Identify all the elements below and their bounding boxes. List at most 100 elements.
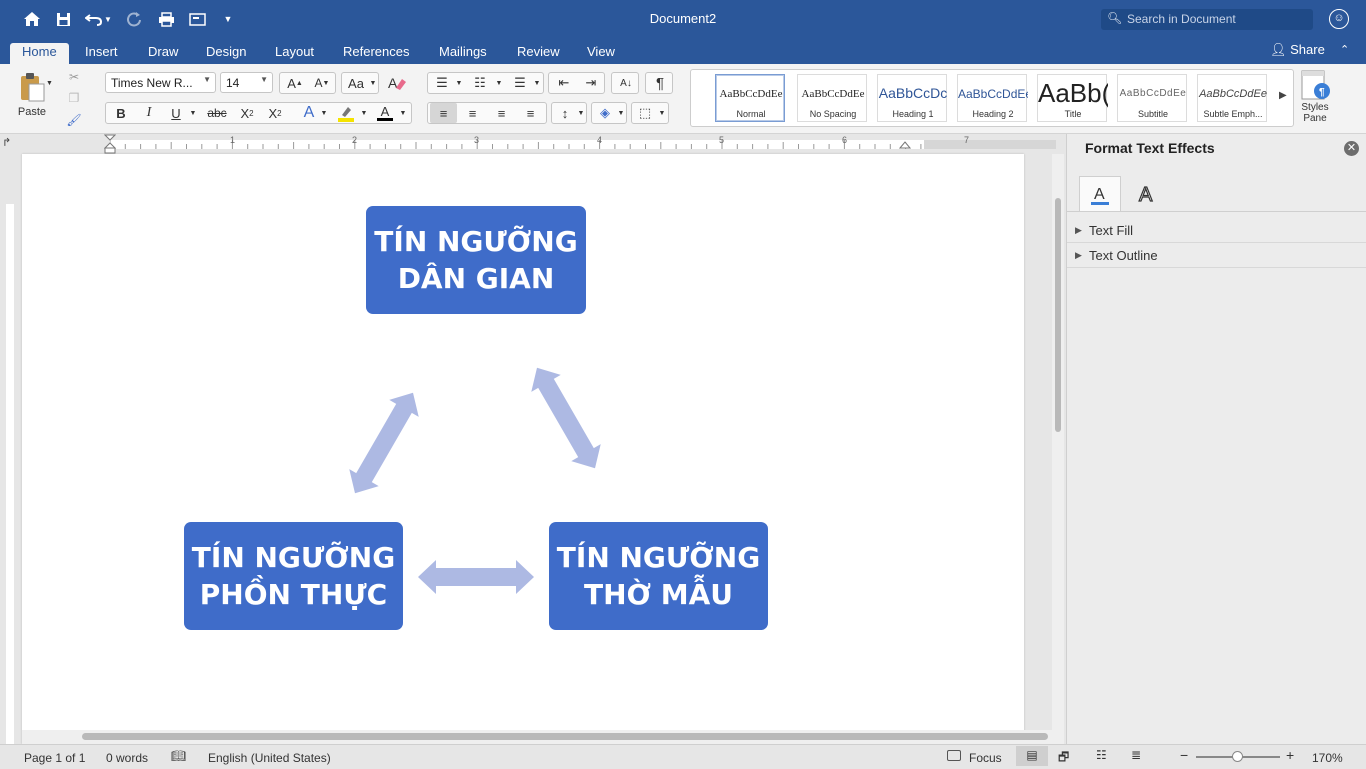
tab-design[interactable]: Design xyxy=(194,43,258,64)
copy-icon[interactable]: ❐ xyxy=(66,89,82,107)
document-page[interactable]: TÍN NGƯỠNG DÂN GIAN TÍN NGƯỠNG PHỒN THỰC… xyxy=(22,154,1024,744)
left-indent-marker[interactable] xyxy=(104,134,116,154)
horizontal-scrollbar[interactable] xyxy=(22,730,1052,744)
zoom-in-icon[interactable]: + xyxy=(1286,747,1294,763)
style-subtitle[interactable]: AaBbCcDdEe Subtitle xyxy=(1117,74,1187,122)
right-indent-marker[interactable] xyxy=(899,134,911,154)
tab-layout[interactable]: Layout xyxy=(263,43,326,64)
double-arrow-bottom[interactable] xyxy=(418,560,534,594)
style-heading-1[interactable]: AaBbCcDc Heading 1 xyxy=(877,74,947,122)
styles-pane-button[interactable]: ¶ Styles Pane xyxy=(1298,70,1332,130)
section-text-outline[interactable]: ▶ Text Outline xyxy=(1067,243,1366,268)
superscript-icon[interactable]: X2 xyxy=(262,103,288,123)
tab-text-fill-outline[interactable]: A xyxy=(1079,176,1121,212)
tab-insert[interactable]: Insert xyxy=(73,43,130,64)
change-case-icon[interactable]: Aa xyxy=(344,73,368,93)
zoom-slider[interactable] xyxy=(1196,751,1280,762)
strikethrough-icon[interactable]: abc xyxy=(202,103,232,123)
proofing-icon[interactable]: 📖︎ xyxy=(171,749,186,763)
chevron-right-icon[interactable]: ▶ xyxy=(1279,90,1287,101)
language[interactable]: English (United States) xyxy=(208,751,331,765)
focus-button[interactable]: Focus xyxy=(969,751,1002,765)
sort-button[interactable]: A↓ xyxy=(611,72,639,94)
smartart-box-top[interactable]: TÍN NGƯỠNG DÂN GIAN xyxy=(366,206,586,314)
zoom-out-icon[interactable]: − xyxy=(1180,747,1188,763)
cut-icon[interactable]: ✂ xyxy=(66,68,82,86)
chevron-down-icon[interactable]: ▼ xyxy=(368,73,378,93)
draft-view-icon[interactable]: ≣ xyxy=(1131,748,1141,762)
double-arrow-right[interactable] xyxy=(522,359,609,476)
style-title[interactable]: AaBb( Title xyxy=(1037,74,1108,122)
grow-font-icon[interactable]: A ▲ xyxy=(282,73,308,93)
search-input[interactable]: 🔍︎ Search in Document xyxy=(1101,9,1313,30)
feedback-smiley-icon[interactable]: ☺ xyxy=(1329,9,1349,29)
align-left-icon[interactable]: ≡ xyxy=(430,103,457,123)
tab-view[interactable]: View xyxy=(575,43,627,64)
align-center-icon[interactable]: ≡ xyxy=(459,103,486,123)
chevron-down-icon[interactable]: ▼ xyxy=(319,103,329,123)
horizontal-scroll-thumb[interactable] xyxy=(82,733,1048,740)
tab-selector-icon[interactable]: ↱ xyxy=(2,136,11,149)
tab-text-effects[interactable]: A xyxy=(1125,176,1167,212)
chevron-down-icon[interactable]: ▼ xyxy=(359,103,369,123)
italic-icon[interactable]: I xyxy=(136,103,162,123)
font-name-select[interactable]: Times New R... ▼ xyxy=(105,72,216,93)
font-size-select[interactable]: 14 ▼ xyxy=(220,72,273,93)
tab-home[interactable]: Home xyxy=(10,43,69,64)
vertical-ruler[interactable] xyxy=(0,154,16,744)
line-spacing-button[interactable]: ↕ ▼ xyxy=(551,102,587,124)
word-count[interactable]: 0 words xyxy=(106,751,148,765)
paste-dropdown-icon[interactable]: ▼ xyxy=(46,80,53,87)
highlight-icon[interactable] xyxy=(334,103,358,123)
vertical-scrollbar[interactable] xyxy=(1052,154,1064,744)
tab-review[interactable]: Review xyxy=(505,43,572,64)
smartart-box-left[interactable]: TÍN NGƯỠNG PHỒN THỰC xyxy=(184,522,403,630)
shading-button[interactable]: ◈ ▼ xyxy=(591,102,627,124)
chevron-down-icon[interactable]: ▼ xyxy=(398,103,408,123)
page-count[interactable]: Page 1 of 1 xyxy=(24,751,85,765)
close-icon[interactable]: ✕ xyxy=(1344,141,1359,156)
outline-view-icon[interactable]: ☷ xyxy=(1096,748,1107,762)
chevron-down-icon[interactable]: ▼ xyxy=(494,73,504,93)
print-layout-icon[interactable]: ▤ xyxy=(1016,746,1048,766)
double-arrow-left[interactable] xyxy=(340,384,427,501)
text-effects-icon[interactable]: A xyxy=(298,103,320,123)
style-no-spacing[interactable]: AaBbCcDdEe No Spacing xyxy=(797,74,867,122)
chevron-down-icon[interactable]: ▼ xyxy=(454,73,464,93)
decrease-indent-icon[interactable]: ⇤ xyxy=(551,73,577,93)
smartart-box-right[interactable]: TÍN NGƯỠNG THỜ MẪU xyxy=(549,522,768,630)
clear-formatting-icon[interactable]: A xyxy=(384,73,410,93)
style-normal[interactable]: AaBbCcDdEe Normal xyxy=(715,74,785,122)
subscript-icon[interactable]: X2 xyxy=(234,103,260,123)
share-button[interactable]: 👤︎ Share xyxy=(1270,42,1325,58)
show-marks-button[interactable]: ¶ xyxy=(645,72,673,94)
bold-icon[interactable]: B xyxy=(108,103,134,123)
zoom-slider-thumb[interactable] xyxy=(1232,751,1243,762)
font-color-icon[interactable]: A xyxy=(373,103,397,123)
section-text-fill[interactable]: ▶ Text Fill xyxy=(1067,218,1366,243)
numbering-icon[interactable]: ☷ xyxy=(468,73,492,93)
chevron-down-icon[interactable]: ▼ xyxy=(532,73,542,93)
share-dropdown-icon[interactable]: ⌃ xyxy=(1340,43,1349,56)
web-layout-icon[interactable]: 🗗 xyxy=(1058,748,1069,769)
style-heading-2[interactable]: AaBbCcDdEe Heading 2 xyxy=(957,74,1028,122)
vertical-scroll-thumb[interactable] xyxy=(1055,198,1061,432)
chevron-down-icon[interactable]: ▼ xyxy=(188,103,198,123)
tab-references[interactable]: References xyxy=(331,43,421,64)
underline-icon[interactable]: U xyxy=(164,103,188,123)
multilevel-list-icon[interactable]: ☰ xyxy=(508,73,532,93)
paste-button[interactable]: Paste xyxy=(10,68,54,122)
borders-button[interactable]: ⬚ ▼ xyxy=(631,102,669,124)
tab-mailings[interactable]: Mailings xyxy=(427,43,499,64)
justify-icon[interactable]: ≡ xyxy=(517,103,544,123)
horizontal-ruler[interactable]: 1 2 3 4 5 6 7 xyxy=(18,134,1066,154)
shrink-font-icon[interactable]: A ▼ xyxy=(309,73,335,93)
format-painter-icon[interactable]: 🖌︎ xyxy=(66,111,82,129)
style-subtle-emphasis[interactable]: AaBbCcDdEe Subtle Emph... xyxy=(1197,74,1267,122)
tab-draw[interactable]: Draw xyxy=(136,43,190,64)
increase-indent-icon[interactable]: ⇥ xyxy=(578,73,604,93)
zoom-level[interactable]: 170% xyxy=(1312,751,1343,765)
bullets-icon[interactable]: ☰ xyxy=(430,73,454,93)
focus-icon[interactable] xyxy=(947,750,961,761)
align-right-icon[interactable]: ≡ xyxy=(488,103,515,123)
